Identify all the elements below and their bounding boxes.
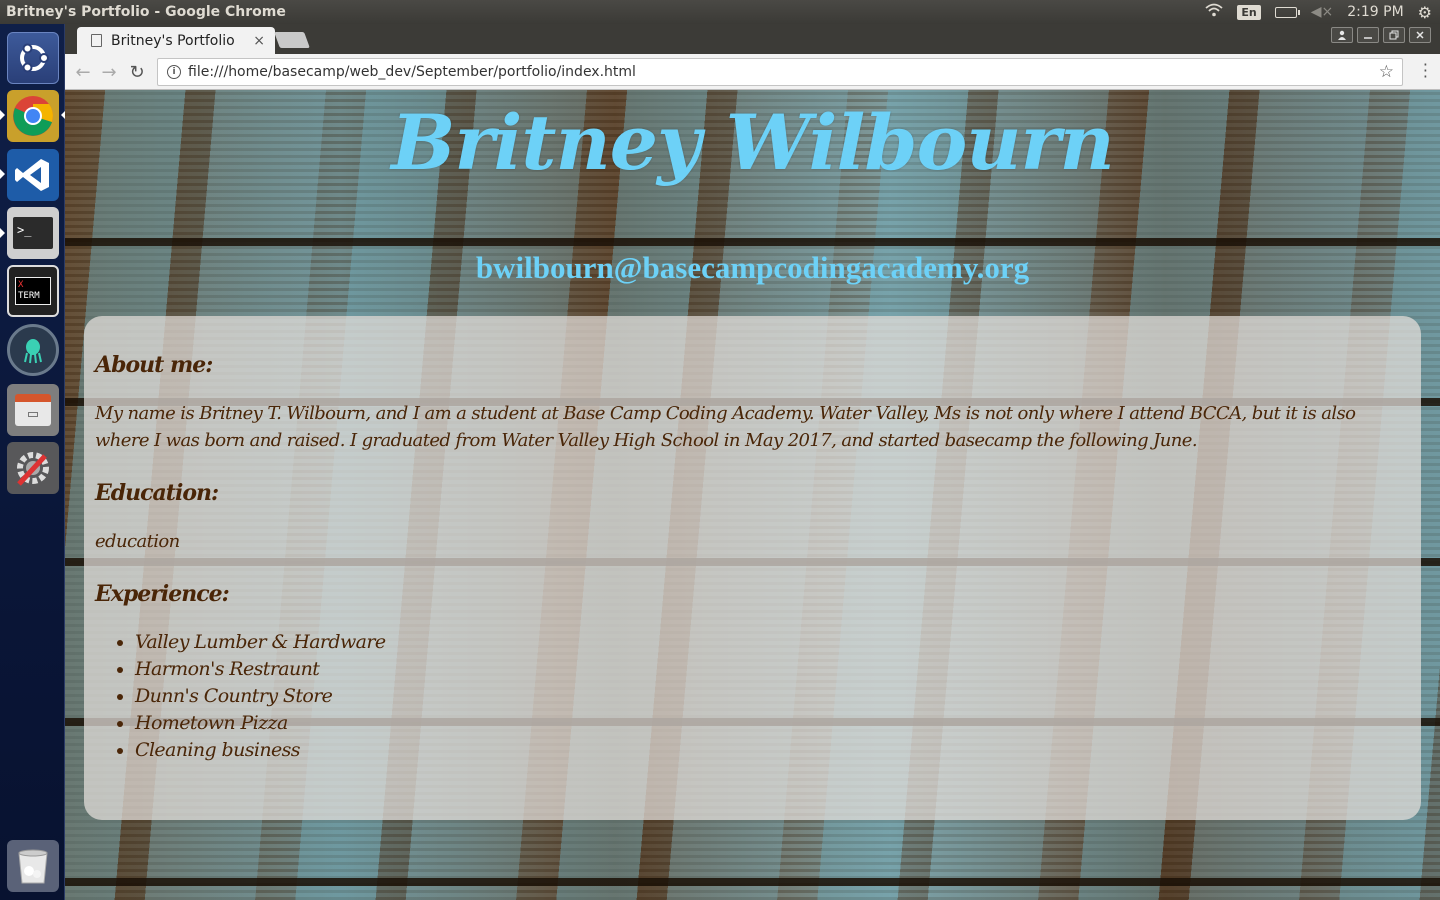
wifi-icon[interactable] [1205, 3, 1223, 21]
browser-toolbar: ← → ↻ i file:///home/basecamp/web_dev/Se… [65, 54, 1440, 90]
clock[interactable]: 2:19 PM [1347, 4, 1403, 20]
tab-title: Britney's Portfolio [111, 32, 235, 49]
education-text: education [95, 531, 180, 552]
profile-icon[interactable] [1331, 27, 1353, 43]
tab-strip: Britney's Portfolio × [65, 24, 1440, 54]
info-icon[interactable]: i [167, 65, 181, 79]
list-item: Dunn's Country Store [135, 683, 1409, 710]
unity-launcher: >_ X TERM [0, 24, 66, 900]
reload-button[interactable]: ↻ [125, 60, 149, 84]
xterm-screen: X TERM [15, 277, 51, 305]
top-panel: Britney's Portfolio - Google Chrome En ◀… [0, 0, 1440, 24]
launcher-running-indicator [0, 169, 5, 179]
about-heading: About me: [95, 352, 213, 378]
forward-button[interactable]: → [97, 60, 121, 84]
minimize-button[interactable] [1357, 27, 1379, 43]
chrome-icon[interactable] [7, 90, 59, 142]
browser-window: Britney's Portfolio × ← → ↻ i file:///ho… [65, 24, 1440, 90]
files-icon[interactable] [7, 384, 59, 436]
ubuntu-dash-icon[interactable] [7, 32, 59, 84]
terminal-icon[interactable]: >_ [7, 207, 59, 259]
drawer-handle [28, 412, 38, 417]
experience-list: Valley Lumber & Hardware Harmon's Restra… [95, 629, 1409, 764]
xterm-x-label: X [18, 280, 24, 290]
email-link[interactable]: bwilbourn@basecampcodingacademy.org [65, 250, 1440, 286]
system-tray: En ◀× 2:19 PM ⚙ [1205, 3, 1440, 22]
volume-muted-icon[interactable]: ◀× [1311, 4, 1334, 20]
new-tab-button[interactable] [274, 32, 310, 48]
chrome-menu-icon[interactable]: · · · [1423, 57, 1428, 85]
battery-icon[interactable] [1274, 6, 1300, 18]
terminal-prompt-icon: >_ [13, 217, 53, 249]
gitkraken-icon[interactable] [7, 324, 59, 376]
gear-icon[interactable]: ⚙ [1418, 3, 1432, 22]
experience-heading: Experience: [95, 581, 230, 607]
url-text[interactable]: file:///home/basecamp/web_dev/September/… [188, 64, 1379, 80]
trash-icon[interactable] [7, 840, 59, 892]
bookmark-star-icon[interactable]: ☆ [1379, 62, 1394, 82]
drawer-icon [15, 394, 51, 426]
document-icon [91, 34, 102, 47]
address-bar[interactable]: i file:///home/basecamp/web_dev/Septembe… [157, 58, 1403, 86]
vscode-icon[interactable] [7, 149, 59, 201]
restore-button[interactable] [1383, 27, 1405, 43]
page-title-name: Britney Wilbourn [391, 98, 1115, 187]
keyboard-layout-indicator[interactable]: En [1237, 4, 1261, 20]
window-controls [1331, 27, 1431, 43]
xterm-icon[interactable]: X TERM [7, 265, 59, 317]
list-item: Harmon's Restraunt [135, 656, 1409, 683]
launcher-running-indicator [0, 110, 5, 120]
list-item: Cleaning business [135, 737, 1409, 764]
list-item: Valley Lumber & Hardware [135, 629, 1409, 656]
education-heading: Education: [95, 480, 219, 506]
close-window-button[interactable] [1409, 27, 1431, 43]
xterm-term-label: TERM [18, 291, 40, 301]
about-text: My name is Britney T. Wilbourn, and I am… [95, 403, 1356, 451]
page-viewport: Britney Wilbourn bwilbourn@basecampcodin… [65, 90, 1440, 900]
launcher-running-indicator [0, 228, 5, 238]
tab-britneys-portfolio[interactable]: Britney's Portfolio × [77, 27, 275, 54]
window-title: Britney's Portfolio - Google Chrome [6, 4, 286, 20]
close-tab-icon[interactable]: × [253, 33, 265, 49]
back-button[interactable]: ← [71, 60, 95, 84]
content-card: About me: My name is Britney T. Wilbourn… [84, 316, 1421, 820]
settings-tools-icon[interactable] [7, 442, 59, 494]
list-item: Hometown Pizza [135, 710, 1409, 737]
